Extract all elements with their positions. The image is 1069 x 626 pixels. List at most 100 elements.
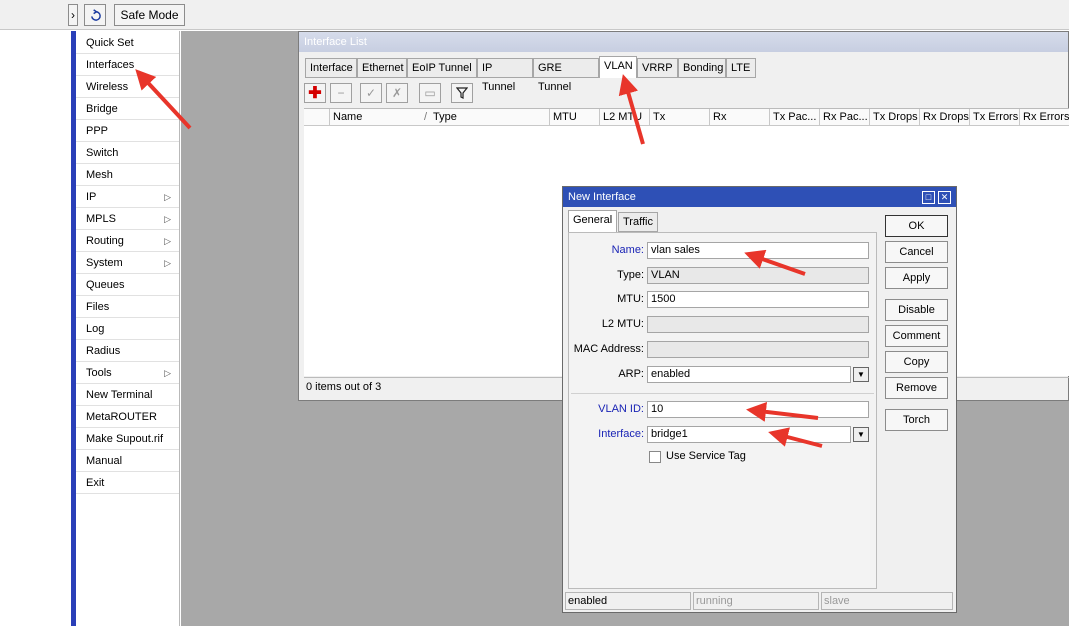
disable-button[interactable]: Disable bbox=[885, 299, 948, 321]
sidebar-item-label: Log bbox=[86, 323, 105, 335]
l2mtu-label: L2 MTU: bbox=[601, 318, 644, 330]
sidebar-item-ip[interactable]: IP ▷ bbox=[76, 186, 179, 208]
vlan-id-field[interactable]: 10 bbox=[647, 401, 869, 418]
cancel-button[interactable]: Cancel bbox=[885, 241, 948, 263]
column-header[interactable]: Rx Drops bbox=[920, 109, 970, 126]
sidebar-item-system[interactable]: System ▷ bbox=[76, 252, 179, 274]
comment-button[interactable]: Comment bbox=[885, 325, 948, 347]
undo-button[interactable]: › bbox=[68, 4, 78, 26]
tab-lte[interactable]: LTE bbox=[726, 58, 756, 78]
sidebar-item-label: Make Supout.rif bbox=[86, 433, 164, 445]
mtu-field[interactable]: 1500 bbox=[647, 291, 869, 308]
sidebar-item-label: Switch bbox=[86, 147, 119, 159]
cross-icon: ✗ bbox=[391, 86, 403, 100]
column-header[interactable]: Tx Drops bbox=[870, 109, 920, 126]
column-header[interactable]: Name bbox=[330, 109, 424, 126]
arp-select[interactable]: enabled bbox=[647, 366, 851, 383]
status-running: running bbox=[693, 592, 819, 610]
sidebar-item-label: Routing bbox=[86, 235, 124, 247]
sidebar-item-interfaces[interactable]: Interfaces bbox=[76, 54, 179, 76]
sidebar-item-radius[interactable]: Radius bbox=[76, 340, 179, 362]
column-header[interactable]: Tx bbox=[650, 109, 710, 126]
service-tag-label: Use Service Tag bbox=[666, 450, 746, 462]
status-slave: slave bbox=[821, 592, 953, 610]
copy-button[interactable]: Copy bbox=[885, 351, 948, 373]
sidebar-item-mesh[interactable]: Mesh bbox=[76, 164, 179, 186]
mac-field bbox=[647, 341, 869, 358]
sidebar-item-make-supout-rif[interactable]: Make Supout.rif bbox=[76, 428, 179, 450]
column-header[interactable] bbox=[304, 109, 330, 126]
type-field: VLAN bbox=[647, 267, 869, 284]
torch-button[interactable]: Torch bbox=[885, 409, 948, 431]
sidebar-item-label: Exit bbox=[86, 477, 105, 489]
column-header[interactable]: Type bbox=[430, 109, 550, 126]
sidebar-item-quick-set[interactable]: Quick Set bbox=[76, 32, 179, 54]
apply-button[interactable]: Apply bbox=[885, 267, 948, 289]
dialog-title[interactable]: New Interface bbox=[563, 187, 956, 207]
close-icon: ✕ bbox=[940, 192, 949, 202]
tab-interface[interactable]: Interface bbox=[305, 58, 357, 78]
comment-icon: ▭ bbox=[424, 86, 436, 100]
new-interface-dialog: New Interface □ ✕ General Traffic Name: … bbox=[562, 186, 957, 613]
sidebar-item-label: Radius bbox=[86, 345, 121, 357]
disable-button[interactable]: ✗ bbox=[386, 83, 408, 103]
interface-dropdown-button[interactable]: ▼ bbox=[853, 427, 869, 442]
sidebar-item-tools[interactable]: Tools ▷ bbox=[76, 362, 179, 384]
maximize-button[interactable]: □ bbox=[922, 191, 935, 204]
tab-traffic[interactable]: Traffic bbox=[618, 212, 658, 232]
tab-vrrp[interactable]: VRRP bbox=[637, 58, 678, 78]
plus-icon: ✚ bbox=[308, 85, 322, 102]
tab-eoip-tunnel[interactable]: EoIP Tunnel bbox=[407, 58, 477, 78]
sidebar-item-manual[interactable]: Manual bbox=[76, 450, 179, 472]
sidebar-item-switch[interactable]: Switch bbox=[76, 142, 179, 164]
sidebar-item-ppp[interactable]: PPP bbox=[76, 120, 179, 142]
interface-list-title[interactable]: Interface List bbox=[299, 32, 1068, 52]
tab-bonding[interactable]: Bonding bbox=[678, 58, 726, 78]
tab-gre-tunnel[interactable]: GRE Tunnel bbox=[533, 58, 599, 93]
arp-dropdown-button[interactable]: ▼ bbox=[853, 367, 869, 382]
column-header[interactable]: Rx Errors bbox=[1020, 109, 1069, 126]
sidebar-item-mpls[interactable]: MPLS ▷ bbox=[76, 208, 179, 230]
comment-button[interactable]: ▭ bbox=[419, 83, 441, 103]
mtu-label: MTU: bbox=[617, 293, 644, 305]
safe-mode-button[interactable]: Safe Mode bbox=[114, 4, 185, 26]
sidebar-item-label: Mesh bbox=[86, 169, 113, 181]
sidebar-item-bridge[interactable]: Bridge bbox=[76, 98, 179, 120]
tab-vlan[interactable]: VLAN bbox=[599, 56, 637, 78]
sidebar-item-new-terminal[interactable]: New Terminal bbox=[76, 384, 179, 406]
sidebar-item-files[interactable]: Files bbox=[76, 296, 179, 318]
submenu-arrow-icon: ▷ bbox=[164, 192, 171, 202]
sidebar-item-label: Wireless bbox=[86, 81, 129, 93]
sidebar-item-label: PPP bbox=[86, 125, 109, 137]
column-header[interactable]: Tx Errors bbox=[970, 109, 1020, 126]
sidebar-item-label: IP bbox=[86, 191, 97, 203]
column-header[interactable]: L2 MTU bbox=[600, 109, 650, 126]
enable-button[interactable]: ✓ bbox=[360, 83, 382, 103]
sidebar-item-exit[interactable]: Exit bbox=[76, 472, 179, 494]
sidebar-item-metarouter[interactable]: MetaROUTER bbox=[76, 406, 179, 428]
ok-button[interactable]: OK bbox=[885, 215, 948, 237]
name-field[interactable]: vlan sales bbox=[647, 242, 869, 259]
name-label: Name: bbox=[611, 244, 644, 256]
remove-button[interactable]: Remove bbox=[885, 377, 948, 399]
column-header[interactable]: Tx Pac... bbox=[770, 109, 820, 126]
close-button[interactable]: ✕ bbox=[938, 191, 951, 204]
tab-general[interactable]: General bbox=[568, 210, 618, 232]
remove-button[interactable]: − bbox=[330, 83, 352, 103]
column-header[interactable]: Rx bbox=[710, 109, 770, 126]
column-header[interactable]: MTU bbox=[550, 109, 600, 126]
tab-ethernet[interactable]: Ethernet bbox=[357, 58, 407, 78]
add-button[interactable]: ✚ bbox=[304, 83, 326, 103]
submenu-arrow-icon: ▷ bbox=[164, 258, 171, 268]
redo-button[interactable] bbox=[84, 4, 106, 26]
interface-select[interactable]: bridge1 bbox=[647, 426, 851, 443]
service-tag-checkbox[interactable] bbox=[649, 451, 661, 463]
sidebar-item-wireless[interactable]: Wireless bbox=[76, 76, 179, 98]
tab-ip-tunnel[interactable]: IP Tunnel bbox=[477, 58, 533, 93]
sidebar-item-queues[interactable]: Queues bbox=[76, 274, 179, 296]
status-enabled: enabled bbox=[565, 592, 691, 610]
column-header[interactable]: Rx Pac... bbox=[820, 109, 870, 126]
sidebar-item-routing[interactable]: Routing ▷ bbox=[76, 230, 179, 252]
filter-button[interactable] bbox=[451, 83, 473, 103]
sidebar-item-log[interactable]: Log bbox=[76, 318, 179, 340]
